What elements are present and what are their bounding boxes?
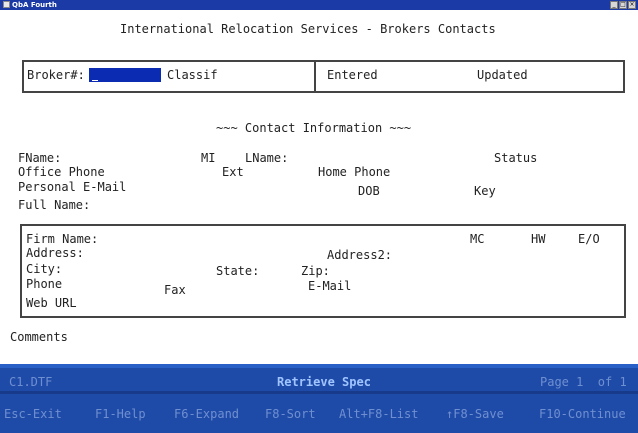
personal-email-label: Personal E-Mail xyxy=(18,180,127,194)
minimize-icon[interactable]: _ xyxy=(610,1,618,9)
fkey-f10-continue[interactable]: F10-Continue xyxy=(539,407,626,421)
screen-title: International Relocation Services - Brok… xyxy=(120,22,496,36)
office-phone-label: Office Phone xyxy=(18,165,105,179)
window-title: QbA Fourth xyxy=(12,1,57,9)
fkey-shift-f8-save[interactable]: ↑F8-Save xyxy=(446,407,504,421)
broker-label: Broker#: xyxy=(27,68,85,82)
entered-label: Entered xyxy=(327,68,378,82)
status-bar: C1.DTF Retrieve Spec Page 1 of 1 Esc-Exi… xyxy=(0,364,638,433)
close-icon[interactable]: × xyxy=(628,1,636,9)
mi-label: MI xyxy=(201,151,216,165)
window-title-bar: QbA Fourth _ □ × xyxy=(0,0,638,10)
mc-label: MC xyxy=(470,232,485,246)
header-divider xyxy=(314,60,316,93)
updated-label: Updated xyxy=(477,68,528,82)
fax-label: Fax xyxy=(164,283,186,297)
zip-label: Zip: xyxy=(301,264,330,278)
fkey-f6-expand[interactable]: F6-Expand xyxy=(174,407,239,421)
maximize-icon[interactable]: □ xyxy=(619,1,627,9)
fkey-f8-sort[interactable]: F8-Sort xyxy=(265,407,316,421)
hw-label: HW xyxy=(531,232,546,246)
status-label: Status xyxy=(494,151,538,165)
broker-number-field[interactable] xyxy=(89,68,161,82)
city-label: City: xyxy=(26,262,63,276)
address2-label: Address2: xyxy=(327,248,393,262)
ext-label: Ext xyxy=(222,165,244,179)
dob-label: DOB xyxy=(358,184,380,198)
status-separator xyxy=(0,391,638,394)
eo-label: E/O xyxy=(578,232,600,246)
fkey-f1-help[interactable]: F1-Help xyxy=(95,407,146,421)
fkey-alt-f8-list[interactable]: Alt+F8-List xyxy=(339,407,418,421)
lname-label: LName: xyxy=(245,151,289,165)
text-cursor xyxy=(92,80,98,81)
status-file: C1.DTF xyxy=(9,375,53,389)
web-url-label: Web URL xyxy=(26,296,77,310)
classif-label: Classif xyxy=(167,68,218,82)
fname-label: FName: xyxy=(18,151,62,165)
state-label: State: xyxy=(216,264,260,278)
app-logo-icon xyxy=(3,1,10,8)
home-phone-label: Home Phone xyxy=(318,165,391,179)
window-controls: _ □ × xyxy=(610,1,636,9)
address-label: Address: xyxy=(26,246,84,260)
phone-label: Phone xyxy=(26,277,63,291)
status-bar-edge xyxy=(0,364,638,368)
status-mode: Retrieve Spec xyxy=(277,375,371,389)
firm-name-label: Firm Name: xyxy=(26,232,99,246)
contact-info-heading: ~~~ Contact Information ~~~ xyxy=(216,121,412,135)
full-name-label: Full Name: xyxy=(18,198,91,212)
comments-label: Comments xyxy=(10,330,68,344)
status-page: Page 1 of 1 xyxy=(540,375,627,389)
email-label: E-Mail xyxy=(308,279,352,293)
fkey-esc-exit[interactable]: Esc-Exit xyxy=(4,407,62,421)
key-label: Key xyxy=(474,184,496,198)
